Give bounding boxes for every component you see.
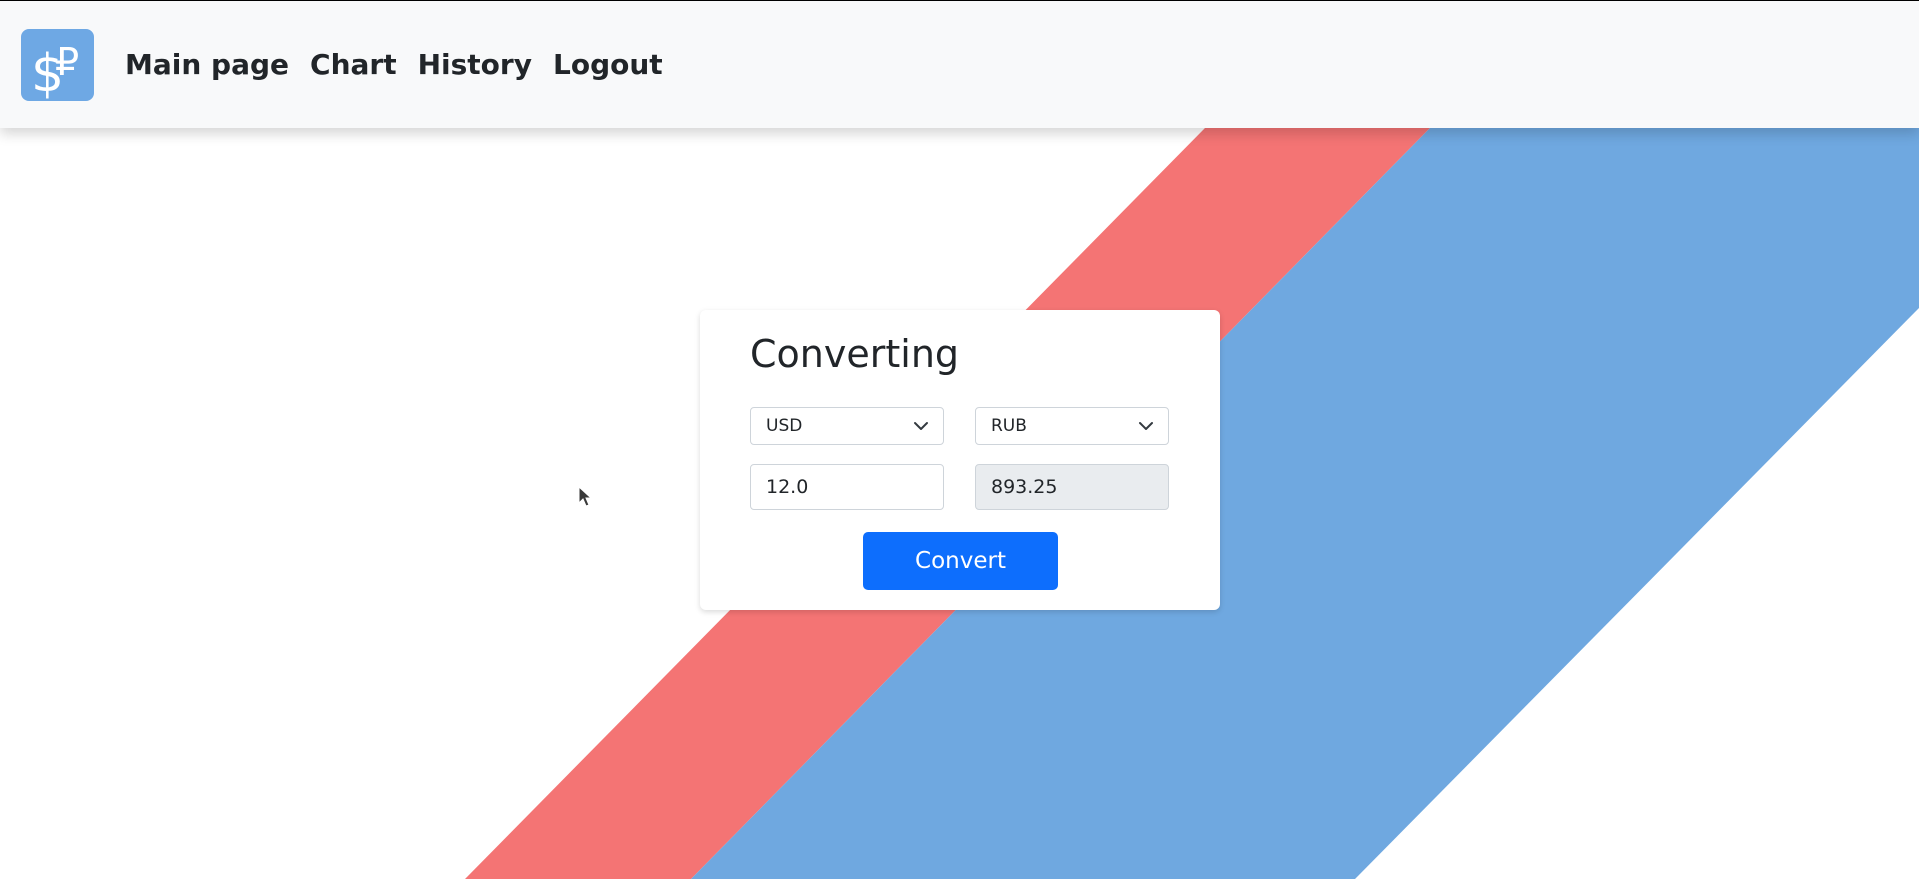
nav-link-logout[interactable]: Logout bbox=[553, 48, 663, 81]
dollar-ruble-logo-icon[interactable]: $ ₽ bbox=[21, 29, 94, 104]
result-field bbox=[975, 464, 1169, 510]
amount-input[interactable] bbox=[750, 464, 944, 510]
svg-text:₽: ₽ bbox=[55, 40, 79, 84]
top-border bbox=[0, 0, 1919, 1]
nav-link-chart[interactable]: Chart bbox=[310, 48, 397, 81]
to-currency-select[interactable]: RUB bbox=[975, 407, 1169, 445]
nav-link-main-page[interactable]: Main page bbox=[125, 48, 289, 81]
from-currency-select[interactable]: USD bbox=[750, 407, 944, 445]
nav-link-history[interactable]: History bbox=[418, 48, 532, 81]
chevron-down-icon bbox=[914, 422, 928, 430]
card-title: Converting bbox=[750, 332, 960, 376]
page: $ ₽ Main page Chart History Logout Conve… bbox=[0, 0, 1919, 879]
mouse-cursor-icon bbox=[578, 486, 592, 507]
from-currency-value: USD bbox=[766, 416, 803, 436]
to-currency-value: RUB bbox=[991, 416, 1027, 436]
convert-button[interactable]: Convert bbox=[863, 532, 1058, 590]
converter-card: Converting USD RUB Convert bbox=[700, 310, 1220, 610]
nav-links: Main page Chart History Logout bbox=[125, 1, 663, 128]
navbar: $ ₽ Main page Chart History Logout bbox=[0, 1, 1919, 128]
chevron-down-icon bbox=[1139, 422, 1153, 430]
